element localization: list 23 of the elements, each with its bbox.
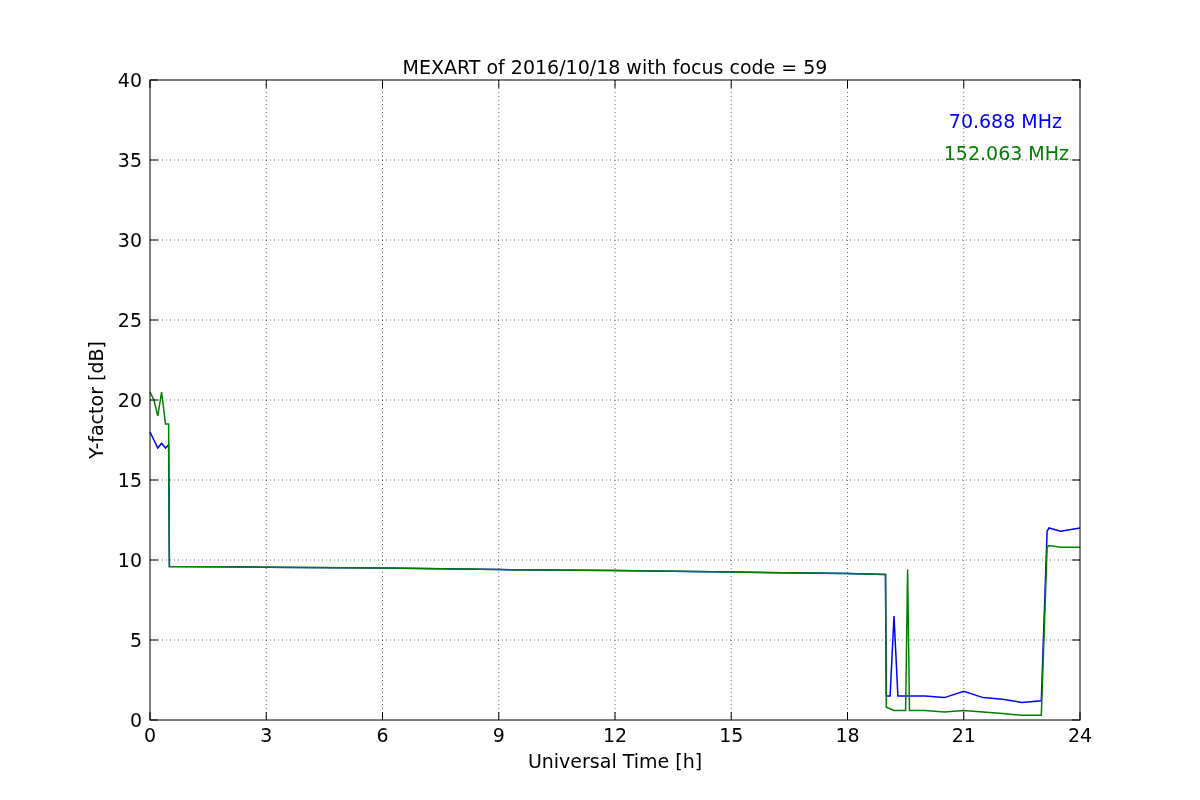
x-tick-label: 18 bbox=[835, 724, 860, 746]
x-tick-label: 12 bbox=[602, 724, 628, 746]
x-tick-label: 6 bbox=[376, 724, 389, 746]
legend-label: 152.063 MHz bbox=[943, 142, 1069, 164]
x-tick-label: 15 bbox=[719, 724, 744, 746]
x-axis-label: Universal Time [h] bbox=[527, 750, 703, 772]
x-tick-label: 3 bbox=[260, 724, 273, 746]
x-tick-label: 9 bbox=[492, 724, 505, 746]
x-tick-label: 0 bbox=[143, 724, 157, 746]
x-tick-label: 24 bbox=[1067, 724, 1093, 746]
y-tick-label: 30 bbox=[117, 229, 142, 251]
y-tick-label: 20 bbox=[117, 389, 142, 411]
y-tick-label: 35 bbox=[117, 149, 142, 171]
x-tick-label: 21 bbox=[951, 724, 976, 746]
y-tick-label: 10 bbox=[117, 549, 142, 571]
y-axis-label: Y-factor [dB] bbox=[85, 341, 107, 459]
y-tick-label: 25 bbox=[117, 309, 142, 331]
chart-title: MEXART of 2016/10/18 with focus code = 59 bbox=[402, 56, 828, 78]
y-tick-label: 0 bbox=[129, 709, 142, 731]
y-tick-label: 5 bbox=[129, 629, 142, 651]
legend-label: 70.688 MHz bbox=[948, 110, 1062, 132]
y-tick-label: 40 bbox=[117, 69, 142, 91]
y-tick-label: 15 bbox=[117, 469, 142, 491]
